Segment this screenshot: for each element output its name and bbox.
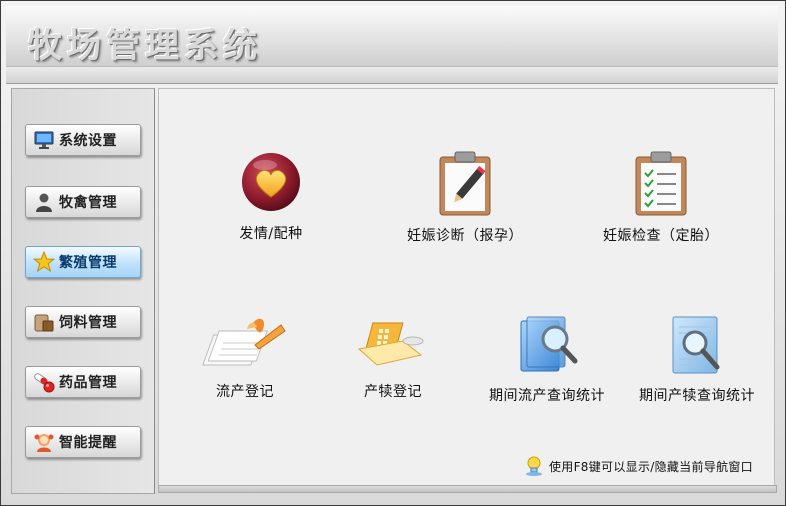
reminder-icon [33,431,55,453]
sidebar-item-system-settings[interactable]: 系统设置 [25,124,141,156]
user-icon [33,191,55,213]
sidebar-item-label: 药品管理 [59,375,117,391]
bottom-bar [158,485,777,493]
tile-calving-query-stats[interactable]: 期间产犊查询统计 [627,315,767,405]
tile-estrus-breeding[interactable]: 发情/配种 [221,151,321,243]
sidebar-item-label: 系统设置 [59,133,117,149]
tile-pregnancy-diagnosis[interactable]: 妊娠诊断（报孕） [395,151,535,245]
papers-pen-icon [197,315,293,373]
sidebar-item-label: 智能提醒 [59,435,117,451]
sidebar-item-breeding[interactable]: 繁殖管理 [25,246,141,278]
clipboard-checklist-icon [633,151,689,217]
tile-label: 妊娠检查（定胎） [603,228,719,244]
document-folder-icon [351,315,435,373]
tile-label: 产犊登记 [364,384,422,400]
feed-bag-icon [33,311,55,333]
document-search-icon [669,315,725,377]
clipboard-pencil-icon [437,151,493,217]
tile-label: 发情/配种 [239,226,303,242]
tile-label: 期间流产查询统计 [489,388,605,404]
sidebar-item-reminder[interactable]: 智能提醒 [25,426,141,458]
f8-hint-text: 使用F8键可以显示/隐藏当前导航窗口 [549,459,753,474]
folder-search-icon [515,315,579,377]
pills-icon [33,371,55,393]
app-header: 牧场管理系统 [6,6,778,67]
sidebar-item-label: 牧禽管理 [59,195,117,211]
sidebar-item-feed[interactable]: 饲料管理 [25,306,141,338]
sidebar: 系统设置 牧禽管理 繁殖管理 饲料管理 药品管理 智能提醒 [11,88,155,494]
tile-calving-register[interactable]: 产犊登记 [343,315,443,401]
app-title: 牧场管理系统 [28,26,262,66]
sidebar-item-label: 饲料管理 [59,315,117,331]
sidebar-item-label: 繁殖管理 [59,255,117,271]
monitor-icon [33,129,55,151]
header-strip [6,67,778,84]
tile-label: 期间产犊查询统计 [639,388,755,404]
sidebar-item-livestock[interactable]: 牧禽管理 [25,186,141,218]
tile-label: 流产登记 [216,384,274,400]
tile-abortion-query-stats[interactable]: 期间流产查询统计 [477,315,617,405]
sidebar-item-medicine[interactable]: 药品管理 [25,366,141,398]
star-icon [32,250,56,273]
tile-pregnancy-check[interactable]: 妊娠检查（定胎） [591,151,731,245]
heart-icon [239,151,303,215]
f8-hint: 使用F8键可以显示/隐藏当前导航窗口 [523,455,753,477]
tile-label: 妊娠诊断（报孕） [407,228,523,244]
lightbulb-icon [523,455,545,477]
main-panel: 发情/配种 妊娠诊断（报孕） 妊娠检查（定胎） 流产登记 产犊登记 期间流产查询… [158,88,775,486]
tile-abortion-register[interactable]: 流产登记 [195,315,295,401]
